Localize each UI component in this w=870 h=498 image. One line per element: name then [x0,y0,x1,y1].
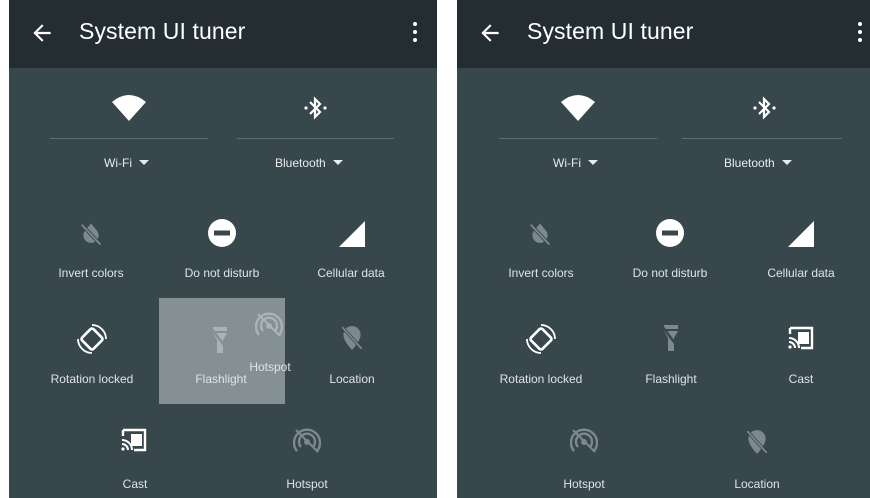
overflow-menu-icon[interactable] [856,22,864,46]
caret-down-icon [781,160,792,165]
caret-down-icon [587,160,598,165]
hotspot-label: Hotspot [563,477,605,491]
page-title: System UI tuner [527,18,694,44]
wifi-underline [499,138,657,139]
rotation-locked-icon[interactable] [524,322,558,356]
hotspot-off-icon [255,312,283,337]
bluetooth-icon[interactable] [301,94,331,124]
do-not-disturb-icon[interactable] [207,218,237,248]
cast-label: Cast [122,477,148,491]
page-title: System UI tuner [79,18,246,44]
cellular-data-label: Cellular data [317,266,385,280]
cellular-data-icon[interactable] [338,220,366,248]
cast-label: Cast [788,372,814,386]
tuner-panel-left: System UI tuner Wi-Fi Bluetooth Invert c… [9,0,437,498]
do-not-disturb-icon[interactable] [655,218,685,248]
flashlight-label: Flashlight [645,372,697,386]
bluetooth-underline [237,138,394,139]
back-arrow-icon[interactable] [477,20,503,46]
invert-colors-label: Invert colors [58,266,124,280]
app-bar: System UI tuner [9,0,437,68]
bluetooth-dropdown[interactable]: Bluetooth [275,156,343,170]
cast-icon[interactable] [787,326,815,350]
bluetooth-icon[interactable] [750,94,780,124]
invert-colors-label: Invert colors [508,266,574,280]
hotspot-drag-label: Hotspot [249,360,291,374]
caret-down-icon [332,160,343,165]
wifi-label: Wi-Fi [104,156,132,170]
location-off-icon[interactable] [339,324,365,352]
flashlight-off-icon [211,327,229,353]
bluetooth-dropdown[interactable]: Bluetooth [724,156,792,170]
bluetooth-label: Bluetooth [275,156,326,170]
flashlight-label: Flashlight [195,372,247,386]
location-off-icon[interactable] [744,428,770,456]
wifi-label: Wi-Fi [553,156,581,170]
rotation-locked-label: Rotation locked [50,372,134,386]
cellular-data-icon[interactable] [787,220,815,248]
bluetooth-label: Bluetooth [724,156,775,170]
app-bar: System UI tuner [457,0,870,68]
flashlight-off-icon[interactable] [662,324,680,352]
overflow-menu-icon[interactable] [411,22,419,46]
hotspot-icon[interactable] [570,428,598,454]
do-not-disturb-label: Do not disturb [184,266,260,280]
invert-colors-icon[interactable] [526,220,554,248]
wifi-icon[interactable] [560,94,596,122]
cellular-data-label: Cellular data [767,266,835,280]
tuner-panel-right: System UI tuner Wi-Fi Bluetooth Invert c… [457,0,870,498]
dragged-tile-overlay[interactable]: Flashlight Hotspot [159,298,291,404]
rotation-locked-icon[interactable] [75,322,109,356]
cast-icon[interactable] [120,428,148,452]
caret-down-icon [138,160,149,165]
location-label: Location [329,372,375,386]
bluetooth-underline [682,138,842,139]
invert-colors-icon[interactable] [77,220,105,248]
hotspot-label: Hotspot [286,477,328,491]
rotation-locked-label: Rotation locked [499,372,583,386]
location-label: Location [734,477,780,491]
hotspot-icon[interactable] [293,428,321,454]
wifi-icon[interactable] [111,94,147,122]
wifi-dropdown[interactable]: Wi-Fi [104,156,149,170]
wifi-dropdown[interactable]: Wi-Fi [553,156,598,170]
wifi-underline [50,138,208,139]
do-not-disturb-label: Do not disturb [632,266,708,280]
back-arrow-icon[interactable] [29,20,55,46]
